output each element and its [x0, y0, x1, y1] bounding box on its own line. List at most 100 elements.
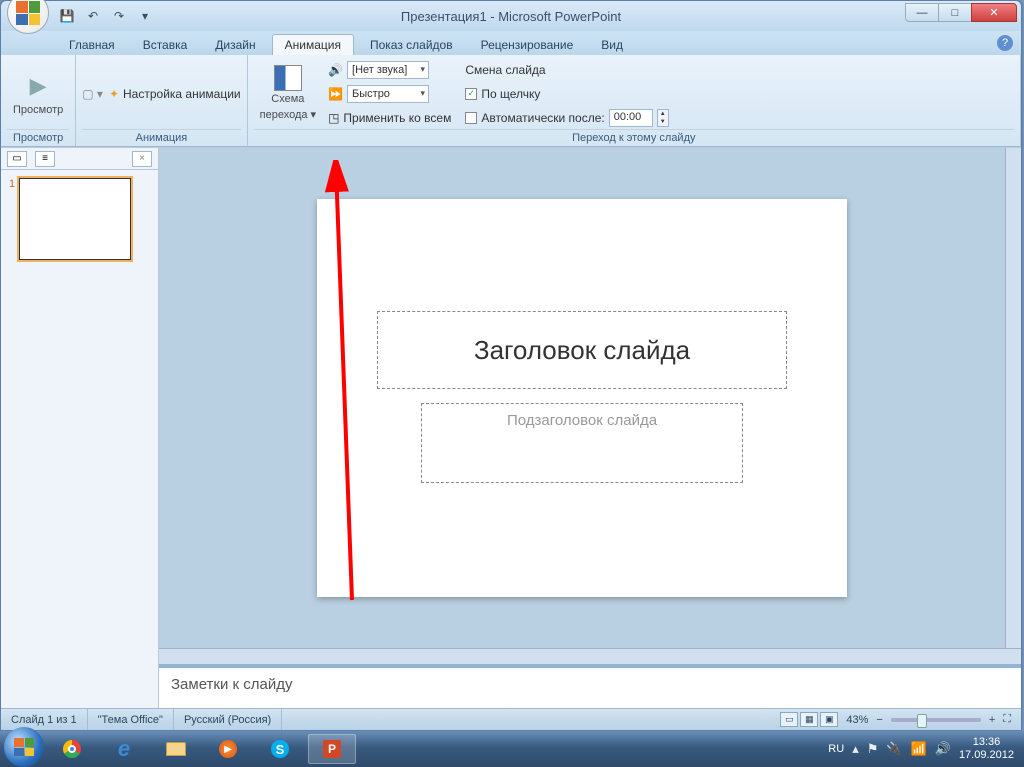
transition-scheme-icon [274, 65, 302, 91]
auto-after-label: Автоматически после: [481, 111, 604, 125]
tray-network-icon[interactable]: 📶 [911, 741, 927, 757]
group-transition-label: Переход к этому слайду [254, 129, 1014, 146]
outline-tab-icon[interactable]: ≡ [35, 151, 55, 167]
thumbnail-item[interactable]: 1 [9, 178, 150, 260]
tray-lang[interactable]: RU [828, 743, 844, 755]
tab-design[interactable]: Дизайн [203, 35, 267, 55]
transition-sound-dropdown[interactable]: [Нет звука] [347, 61, 429, 79]
transition-scheme-button[interactable]: Схема перехода ▾ [254, 63, 322, 123]
tray-expand-icon[interactable]: ▴ [852, 741, 859, 757]
notes-pane[interactable]: Заметки к слайду [159, 664, 1021, 708]
speed-icon: ⏩ [328, 87, 343, 101]
tray-power-icon[interactable]: 🔌 [886, 741, 902, 757]
advance-slide-col: Смена слайда ✓ По щелчку Автоматически п… [465, 59, 668, 129]
horizontal-scrollbar[interactable] [159, 648, 1021, 664]
slideshow-view-icon[interactable]: ▣ [820, 712, 838, 727]
tab-insert[interactable]: Вставка [131, 35, 200, 55]
taskbar-powerpoint[interactable]: P [308, 734, 356, 764]
vertical-scrollbar[interactable] [1005, 148, 1021, 648]
tab-review[interactable]: Рецензирование [469, 35, 586, 55]
tab-slideshow[interactable]: Показ слайдов [358, 35, 465, 55]
auto-after-time[interactable]: 00:00 [609, 109, 653, 127]
thumbnail-close-button[interactable]: × [132, 151, 152, 167]
on-click-checkbox[interactable]: ✓ [465, 88, 477, 100]
office-button[interactable] [7, 0, 49, 34]
maximize-button[interactable]: □ [938, 3, 972, 22]
zoom-percent[interactable]: 43% [846, 714, 868, 726]
start-button[interactable] [4, 727, 44, 767]
slides-tab-icon[interactable]: ▭ [7, 151, 27, 167]
thumbnail-list: 1 [1, 170, 158, 268]
scheme-label-1: Схема [271, 93, 304, 106]
redo-icon[interactable]: ↷ [109, 6, 129, 26]
group-preview: ▶ Просмотр Просмотр [1, 55, 76, 146]
tab-animation[interactable]: Анимация [272, 34, 354, 55]
group-preview-label: Просмотр [7, 129, 69, 146]
status-bar: Слайд 1 из 1 "Тема Office" Русский (Росс… [1, 708, 1021, 730]
custom-animation-label: Настройка анимации [123, 87, 241, 101]
zoom-slider[interactable] [891, 718, 981, 722]
slide: Заголовок слайда Подзаголовок слайда [317, 199, 847, 597]
titlebar: 💾 ↶ ↷ ▾ Презентация1 - Microsoft PowerPo… [1, 1, 1021, 31]
close-button[interactable]: ✕ [971, 3, 1017, 22]
windows-logo-icon [14, 738, 34, 756]
on-click-label: По щелчку [481, 87, 540, 101]
tray-date: 17.09.2012 [959, 749, 1014, 762]
preview-button[interactable]: ▶ Просмотр [7, 68, 69, 119]
sorter-view-icon[interactable]: ▦ [800, 712, 818, 727]
group-transition: Схема перехода ▾ 🔊 [Нет звука] ⏩ Быстро … [248, 55, 1021, 146]
office-logo-icon [16, 1, 40, 25]
save-icon[interactable]: 💾 [57, 6, 77, 26]
taskbar: e ▶ S P RU ▴ ⚑ 🔌 📶 🔊 13:36 17.09.2012 [0, 731, 1024, 767]
normal-view-icon[interactable]: ▭ [780, 712, 798, 727]
taskbar-skype[interactable]: S [256, 734, 304, 764]
slide-editor: Заголовок слайда Подзаголовок слайда Зам… [159, 148, 1021, 708]
tab-home[interactable]: Главная [57, 35, 127, 55]
help-icon[interactable]: ? [997, 35, 1013, 51]
thumbnail-pane: ▭ ≡ × 1 [1, 148, 159, 708]
tray-time: 13:36 [959, 736, 1014, 749]
group-animation: ▢ ▾ ✦ Настройка анимации Анимация [76, 55, 247, 146]
star-icon: ✦ [109, 87, 119, 101]
status-theme: "Тема Office" [88, 709, 174, 730]
zoom-in-button[interactable]: + [989, 714, 995, 726]
ribbon: ▶ Просмотр Просмотр ▢ ▾ ✦ Настройка аним… [1, 55, 1021, 147]
window-controls: — □ ✕ [906, 3, 1017, 22]
preview-icon: ▶ [22, 70, 54, 102]
zoom-out-button[interactable]: − [876, 714, 882, 726]
system-tray: RU ▴ ⚑ 🔌 📶 🔊 13:36 17.09.2012 [828, 736, 1020, 762]
qat-customize-icon[interactable]: ▾ [135, 6, 155, 26]
status-language[interactable]: Русский (Россия) [174, 709, 282, 730]
advance-slide-header: Смена слайда [465, 59, 668, 81]
thumbnail-number: 1 [9, 178, 15, 260]
apply-all-label: Применить ко всем [343, 111, 451, 125]
time-spinner[interactable]: ▲▼ [657, 109, 669, 127]
animate-dropdown[interactable]: ▢ ▾ [82, 83, 103, 105]
app-window: 💾 ↶ ↷ ▾ Презентация1 - Microsoft PowerPo… [0, 0, 1022, 731]
auto-after-checkbox[interactable] [465, 112, 477, 124]
group-animation-label: Анимация [82, 129, 240, 146]
undo-icon[interactable]: ↶ [83, 6, 103, 26]
quick-access-toolbar: 💾 ↶ ↷ ▾ [57, 6, 155, 26]
title-placeholder[interactable]: Заголовок слайда [377, 311, 787, 389]
apply-all-icon: ◳ [328, 111, 339, 125]
taskbar-ie[interactable]: e [100, 734, 148, 764]
thumbnail-preview [19, 178, 131, 260]
taskbar-mediaplayer[interactable]: ▶ [204, 734, 252, 764]
tray-flag-icon[interactable]: ⚑ [867, 741, 879, 757]
tray-clock[interactable]: 13:36 17.09.2012 [959, 736, 1014, 762]
thumbnail-tabs: ▭ ≡ × [1, 148, 158, 170]
apply-to-all-button[interactable]: ◳ Применить ко всем [328, 107, 451, 129]
transition-speed-dropdown[interactable]: Быстро [347, 85, 429, 103]
tray-volume-icon[interactable]: 🔊 [935, 741, 951, 757]
taskbar-chrome[interactable] [48, 734, 96, 764]
minimize-button[interactable]: — [905, 3, 939, 22]
taskbar-explorer[interactable] [152, 734, 200, 764]
sound-icon: 🔊 [328, 63, 343, 77]
ribbon-tabs: Главная Вставка Дизайн Анимация Показ сл… [1, 31, 1021, 55]
fit-window-icon[interactable]: ⛶ [1003, 713, 1011, 726]
subtitle-placeholder[interactable]: Подзаголовок слайда [421, 403, 743, 483]
tab-view[interactable]: Вид [589, 35, 635, 55]
slide-canvas-area[interactable]: Заголовок слайда Подзаголовок слайда [159, 148, 1005, 648]
custom-animation-button[interactable]: ✦ Настройка анимации [109, 83, 241, 105]
